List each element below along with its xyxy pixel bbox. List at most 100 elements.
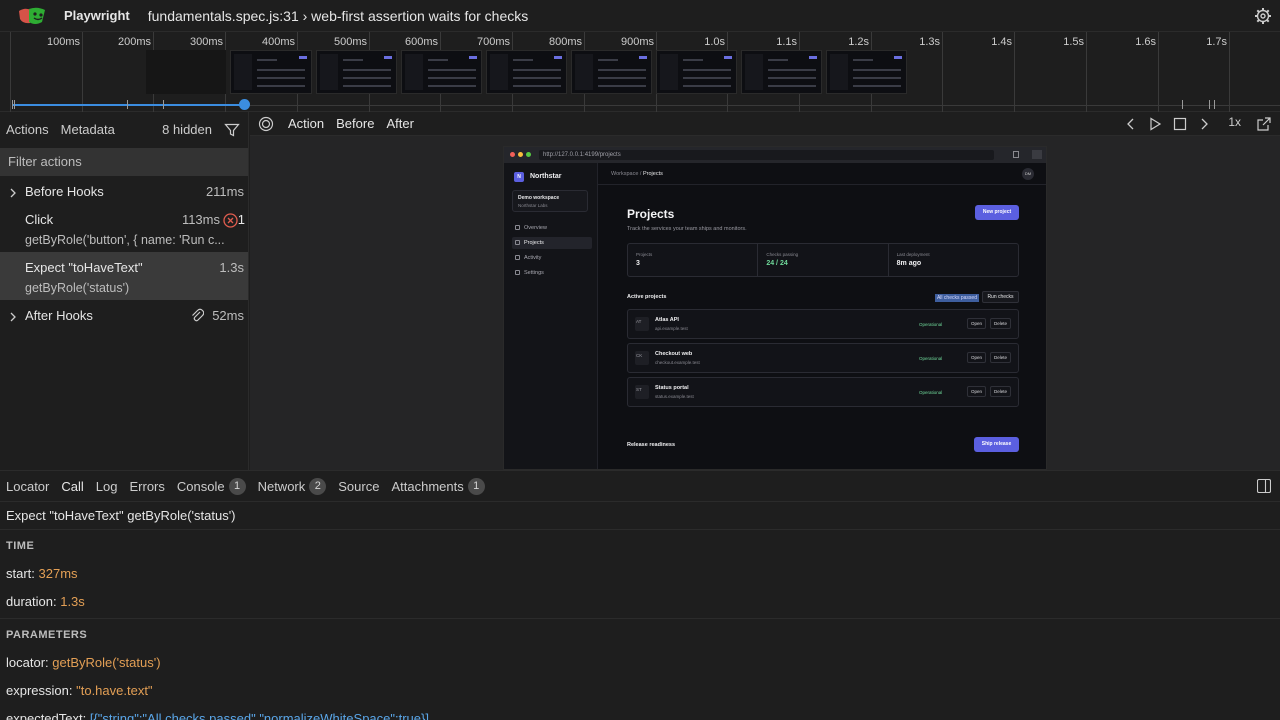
project-row: ST Status portal status.example.test Ope… xyxy=(627,377,1019,407)
window-close-dot xyxy=(510,152,515,157)
stat-last-deployment: Last deployment 8m ago xyxy=(896,252,930,267)
chevron-right-icon[interactable] xyxy=(9,188,17,198)
timeline-tick-label: 600ms xyxy=(404,36,438,48)
tab-action[interactable]: Action xyxy=(288,116,324,131)
details-tab-bar: Locator Call Log Errors Console 1 Network… xyxy=(0,470,1280,502)
filter-icon[interactable] xyxy=(224,122,240,138)
range-end-handle[interactable] xyxy=(239,99,250,110)
tab-before[interactable]: Before xyxy=(336,116,374,131)
action-marker xyxy=(127,100,128,109)
filmstrip-blank-frame xyxy=(146,50,226,94)
action-marker xyxy=(163,100,164,109)
network-count-badge: 2 xyxy=(309,477,327,495)
release-readiness-heading: Release readiness xyxy=(627,442,676,448)
window-minimize-dot xyxy=(518,152,523,157)
copy-icon xyxy=(1013,151,1019,158)
tab-console[interactable]: Console 1 xyxy=(171,471,252,501)
page-subtitle: Track the services your team ships and m… xyxy=(627,226,747,232)
filmstrip-frame[interactable] xyxy=(656,50,737,94)
action-duration: 1.3s xyxy=(219,260,244,275)
timeline-tick-label: 300ms xyxy=(189,36,223,48)
stop-icon[interactable] xyxy=(1172,116,1188,132)
action-expect-to-have-text[interactable]: Expect "toHaveText" getByRole('status') … xyxy=(0,252,248,300)
stat-checks-passing: Checks passing 24 / 24 xyxy=(758,244,889,276)
toggle-sidebar-icon[interactable] xyxy=(1257,479,1271,493)
app-main: Workspace / Projects DM Projects Track t… xyxy=(598,163,1046,469)
playwright-logo-icon xyxy=(19,7,45,24)
tab-after[interactable]: After xyxy=(386,116,413,131)
actions-panel: Actions Metadata 8 hidden Filter actions… xyxy=(0,112,249,470)
stats-card: Projects 3 Checks passing 24 / 24 Last dep… xyxy=(627,243,1019,277)
chevron-right-icon[interactable] xyxy=(1196,116,1212,132)
filmstrip-frame[interactable] xyxy=(741,50,822,94)
page-title: Projects xyxy=(627,207,675,221)
nav-overview: Overview xyxy=(512,222,592,234)
timeline[interactable]: 100ms 200ms 300ms 400ms 500ms 600ms 700m… xyxy=(0,32,1280,112)
tab-network[interactable]: Network 2 xyxy=(252,471,333,501)
expected-text-value: [{"string":"All checks passed","normaliz… xyxy=(89,711,429,720)
timeline-tick-label: 1.6s xyxy=(1135,36,1156,48)
tab-attachments[interactable]: Attachments 1 xyxy=(385,471,490,501)
start-row: start: 327ms xyxy=(6,566,78,581)
error-count: 1 xyxy=(237,212,245,227)
action-after-hooks[interactable]: After Hooks 52ms xyxy=(0,300,248,328)
range-start-handle[interactable] xyxy=(12,100,13,109)
expected-text-row: expectedText: [{"string":"All checks pas… xyxy=(0,705,1280,720)
tab-call[interactable]: Call xyxy=(55,471,89,501)
action-duration: 211ms xyxy=(205,184,244,199)
tab-source[interactable]: Source xyxy=(332,471,385,501)
range-end-marker xyxy=(1214,100,1215,109)
expression-row: expression: "to.have.text" xyxy=(6,683,153,698)
workspace-switcher: Demo workspace Northstar Labs xyxy=(512,190,588,212)
play-icon[interactable] xyxy=(1147,116,1163,132)
duration-row: duration: 1.3s xyxy=(6,594,85,609)
tab-actions[interactable]: Actions xyxy=(0,112,55,148)
nav-settings: Settings xyxy=(512,267,592,279)
brand-logo: N xyxy=(514,172,524,182)
attachments-count-badge: 1 xyxy=(467,477,485,495)
pick-locator-icon[interactable] xyxy=(258,116,274,132)
tab-log[interactable]: Log xyxy=(90,471,124,501)
action-click[interactable]: Click getByRole('button', { name: 'Run c… xyxy=(0,204,248,252)
timeline-tick-label: 100ms xyxy=(46,36,80,48)
chevron-right-icon[interactable] xyxy=(9,312,17,322)
filmstrip-frame[interactable] xyxy=(571,50,652,94)
app-name: Playwright xyxy=(64,8,130,23)
filmstrip-frame[interactable] xyxy=(316,50,397,94)
filmstrip-frame[interactable] xyxy=(401,50,482,94)
playback-speed[interactable]: 1x xyxy=(1228,115,1241,129)
filter-actions-input[interactable]: Filter actions xyxy=(0,148,248,176)
selected-range-bar xyxy=(12,104,245,106)
chevron-left-icon[interactable] xyxy=(1123,116,1139,132)
filmstrip-frame[interactable] xyxy=(486,50,567,94)
expression-value: "to.have.text" xyxy=(76,683,153,698)
avatar: DM xyxy=(1022,168,1034,180)
tab-errors[interactable]: Errors xyxy=(123,471,170,501)
filmstrip-frame[interactable] xyxy=(826,50,907,94)
filmstrip-frame[interactable] xyxy=(230,50,312,94)
duration-value: 1.3s xyxy=(60,594,85,609)
ship-release-button: Ship release xyxy=(974,437,1019,452)
error-circle-icon xyxy=(223,213,238,228)
timeline-tick-label: 700ms xyxy=(476,36,510,48)
timeline-tick-label: 1.2s xyxy=(848,36,869,48)
project-row: CK Checkout web checkout.example.test Op… xyxy=(627,343,1019,373)
action-before-hooks[interactable]: Before Hooks 211ms xyxy=(0,176,248,204)
timeline-tick-start xyxy=(10,32,11,112)
tab-locator[interactable]: Locator xyxy=(0,471,55,501)
hidden-actions-count[interactable]: 8 hidden xyxy=(162,122,212,137)
timeline-tick: 1.4s xyxy=(991,32,1015,112)
title-bar: Playwright fundamentals.spec.js:31 › web… xyxy=(0,0,1280,32)
app-sidebar: N Northstar Demo workspace Northstar Lab… xyxy=(504,163,598,469)
tab-metadata[interactable]: Metadata xyxy=(55,112,121,148)
timeline-tick: 1.5s xyxy=(1063,32,1087,112)
timeline-tick-label: 400ms xyxy=(261,36,295,48)
range-start-handle[interactable] xyxy=(14,100,15,109)
gear-icon[interactable] xyxy=(1254,7,1272,25)
timeline-tick: 100ms xyxy=(47,32,83,112)
snapshot-browser: http://127.0.0.1:4199/projects N Northst… xyxy=(503,146,1047,470)
open-in-new-window-icon[interactable] xyxy=(1256,116,1272,132)
time-section-heading: TIME xyxy=(6,540,35,552)
range-end-marker xyxy=(1209,100,1210,109)
workspace-name: Demo workspace xyxy=(518,195,560,201)
